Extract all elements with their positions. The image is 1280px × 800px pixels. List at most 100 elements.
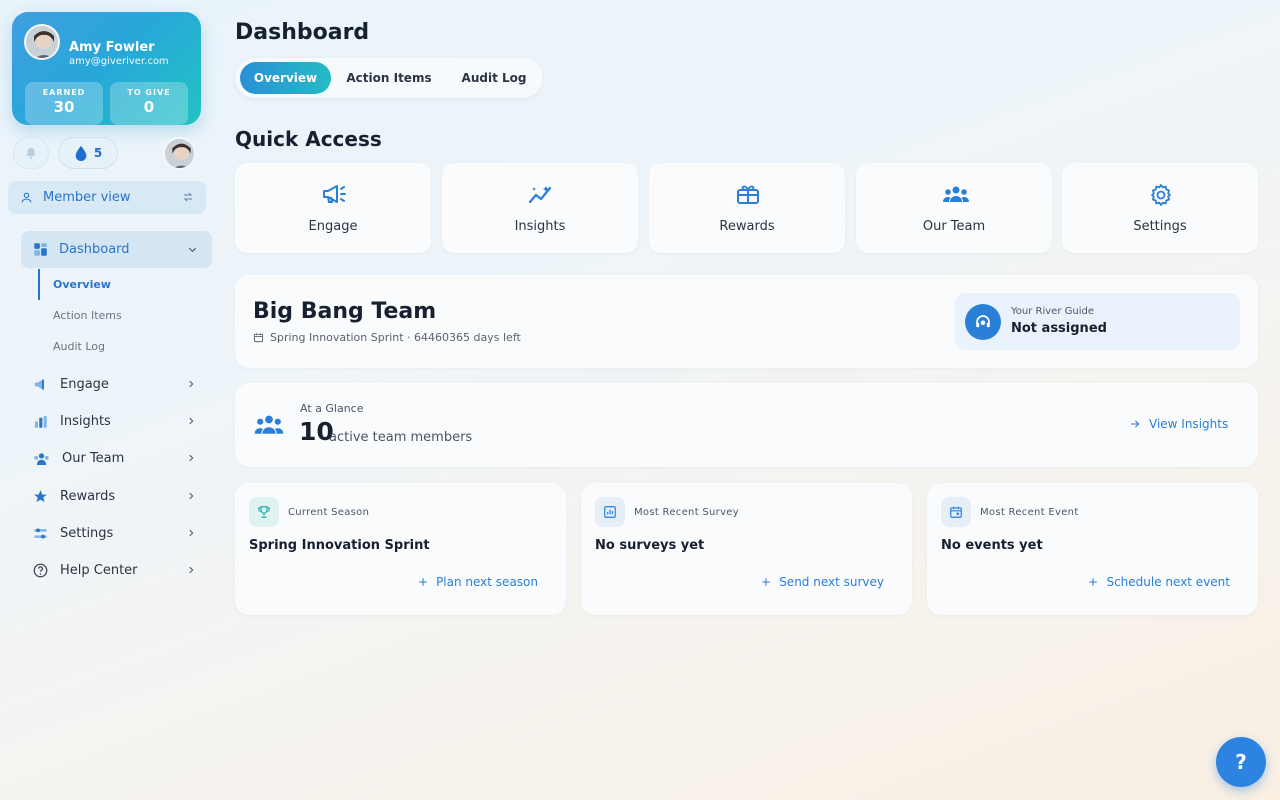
quick-access-rewards[interactable]: Rewards	[649, 163, 845, 253]
chevron-right-icon	[186, 453, 196, 463]
recent-survey-card: Most Recent Survey No surveys yet Send n…	[581, 483, 912, 615]
member-count-text: active team members	[329, 430, 473, 445]
card-value: No events yet	[941, 538, 1043, 553]
send-next-survey-button[interactable]: Send next survey	[761, 575, 884, 589]
tab-bar: Overview Action Items Audit Log	[235, 58, 543, 98]
sliders-icon	[33, 526, 48, 541]
tab-audit-log[interactable]: Audit Log	[448, 62, 540, 94]
tab-action-items[interactable]: Action Items	[338, 62, 440, 94]
megaphone-icon	[33, 377, 48, 392]
profile-card[interactable]: Amy Fowler amy@giveriver.com EARNED 30 T…	[12, 12, 201, 125]
glance-label: At a Glance	[300, 402, 364, 415]
help-circle-icon	[33, 563, 48, 578]
card-label: Most Recent Event	[980, 507, 1079, 518]
gift-icon	[735, 183, 761, 205]
team-card: Big Bang Team Spring Innovation Sprint ·…	[235, 275, 1258, 368]
survey-chart-icon	[595, 497, 625, 527]
bell-icon	[24, 146, 38, 160]
sidebar-item-our-team[interactable]: Our Team	[21, 441, 212, 475]
view-insights-label: View Insights	[1149, 417, 1229, 431]
sidebar-item-label: Insights	[60, 413, 111, 429]
person-icon	[20, 191, 33, 204]
current-season-card: Current Season Spring Innovation Sprint …	[235, 483, 566, 615]
star-icon	[33, 489, 48, 504]
to-give-label: TO GIVE	[127, 88, 171, 97]
sidebar-item-dashboard[interactable]: Dashboard	[21, 231, 212, 268]
card-label: Current Season	[288, 507, 370, 518]
sidebar-item-label: Our Team	[62, 450, 125, 466]
chevron-right-icon	[186, 379, 196, 389]
sidebar-subitem-action-items[interactable]: Action Items	[53, 309, 122, 322]
quick-access-label: Engage	[308, 219, 358, 234]
gear-icon	[1148, 183, 1174, 207]
drop-icon	[74, 145, 88, 161]
season-countdown: Spring Innovation Sprint · 64460365 days…	[270, 331, 521, 344]
profile-name: Amy Fowler	[69, 40, 155, 55]
schedule-next-event-button[interactable]: Schedule next event	[1088, 575, 1230, 589]
chevron-right-icon	[186, 491, 196, 501]
plus-icon	[1088, 577, 1098, 587]
sidebar-item-help-center[interactable]: Help Center	[21, 553, 212, 587]
quick-access-our-team[interactable]: Our Team	[856, 163, 1052, 253]
team-icon	[252, 414, 286, 436]
megaphone-icon	[321, 183, 347, 205]
to-give-stat: TO GIVE 0	[110, 82, 188, 125]
avatar	[24, 24, 60, 60]
sidebar-subitem-audit-log[interactable]: Audit Log	[53, 340, 105, 353]
trophy-icon	[249, 497, 279, 527]
chevron-right-icon	[186, 416, 196, 426]
quick-access-insights[interactable]: Insights	[442, 163, 638, 253]
sidebar-item-label: Engage	[60, 376, 109, 392]
chevron-right-icon	[186, 528, 196, 538]
view-insights-link[interactable]: View Insights	[1129, 417, 1228, 431]
sidebar-item-engage[interactable]: Engage	[21, 367, 212, 401]
to-give-value: 0	[143, 98, 155, 116]
chevron-down-icon	[187, 244, 198, 255]
quick-access-title: Quick Access	[235, 127, 382, 151]
river-guide-label: Your River Guide	[1011, 306, 1094, 317]
notifications-button[interactable]	[13, 137, 49, 169]
swap-icon	[182, 191, 194, 203]
sidebar-item-rewards[interactable]: Rewards	[21, 479, 212, 513]
profile-email: amy@giveriver.com	[69, 56, 169, 67]
help-button[interactable]: ?	[1216, 737, 1266, 787]
sidebar-item-label: Rewards	[60, 488, 116, 504]
quick-access-label: Insights	[514, 219, 566, 234]
plus-icon	[761, 577, 771, 587]
team-icon	[33, 451, 50, 466]
quick-access-settings[interactable]: Settings	[1062, 163, 1258, 253]
sidebar-item-insights[interactable]: Insights	[21, 404, 212, 438]
dashboard-icon	[33, 242, 48, 257]
earned-value: 30	[53, 98, 75, 116]
team-icon	[942, 183, 970, 205]
earned-label: EARNED	[42, 88, 86, 97]
trend-icon	[528, 183, 554, 205]
plan-next-season-button[interactable]: Plan next season	[418, 575, 538, 589]
sidebar-subitem-overview[interactable]: Overview	[53, 278, 111, 291]
card-action-label: Send next survey	[779, 575, 884, 589]
quick-access-label: Settings	[1133, 219, 1187, 234]
sidebar-item-label: Dashboard	[59, 242, 130, 257]
card-value: No surveys yet	[595, 538, 705, 553]
user-avatar-button[interactable]	[163, 137, 196, 170]
drops-button[interactable]: 5	[58, 137, 118, 169]
team-subtitle: Spring Innovation Sprint · 64460365 days…	[253, 331, 521, 344]
card-label: Most Recent Survey	[634, 507, 739, 518]
drops-count: 5	[93, 146, 103, 160]
calendar-icon	[941, 497, 971, 527]
quick-access-label: Our Team	[922, 219, 986, 234]
calendar-icon	[253, 332, 264, 343]
team-name: Big Bang Team	[253, 299, 437, 324]
sidebar-item-label: Settings	[60, 525, 114, 541]
member-view-toggle[interactable]: Member view	[8, 181, 206, 214]
plus-icon	[418, 577, 428, 587]
arrow-right-icon	[1129, 418, 1141, 430]
card-action-label: Plan next season	[436, 575, 538, 589]
card-action-label: Schedule next event	[1106, 575, 1230, 589]
bar-chart-icon	[33, 414, 48, 429]
chevron-right-icon	[186, 565, 196, 575]
sidebar-item-settings[interactable]: Settings	[21, 516, 212, 550]
quick-access-engage[interactable]: Engage	[235, 163, 431, 253]
tab-overview[interactable]: Overview	[240, 62, 331, 94]
earned-stat: EARNED 30	[25, 82, 103, 125]
